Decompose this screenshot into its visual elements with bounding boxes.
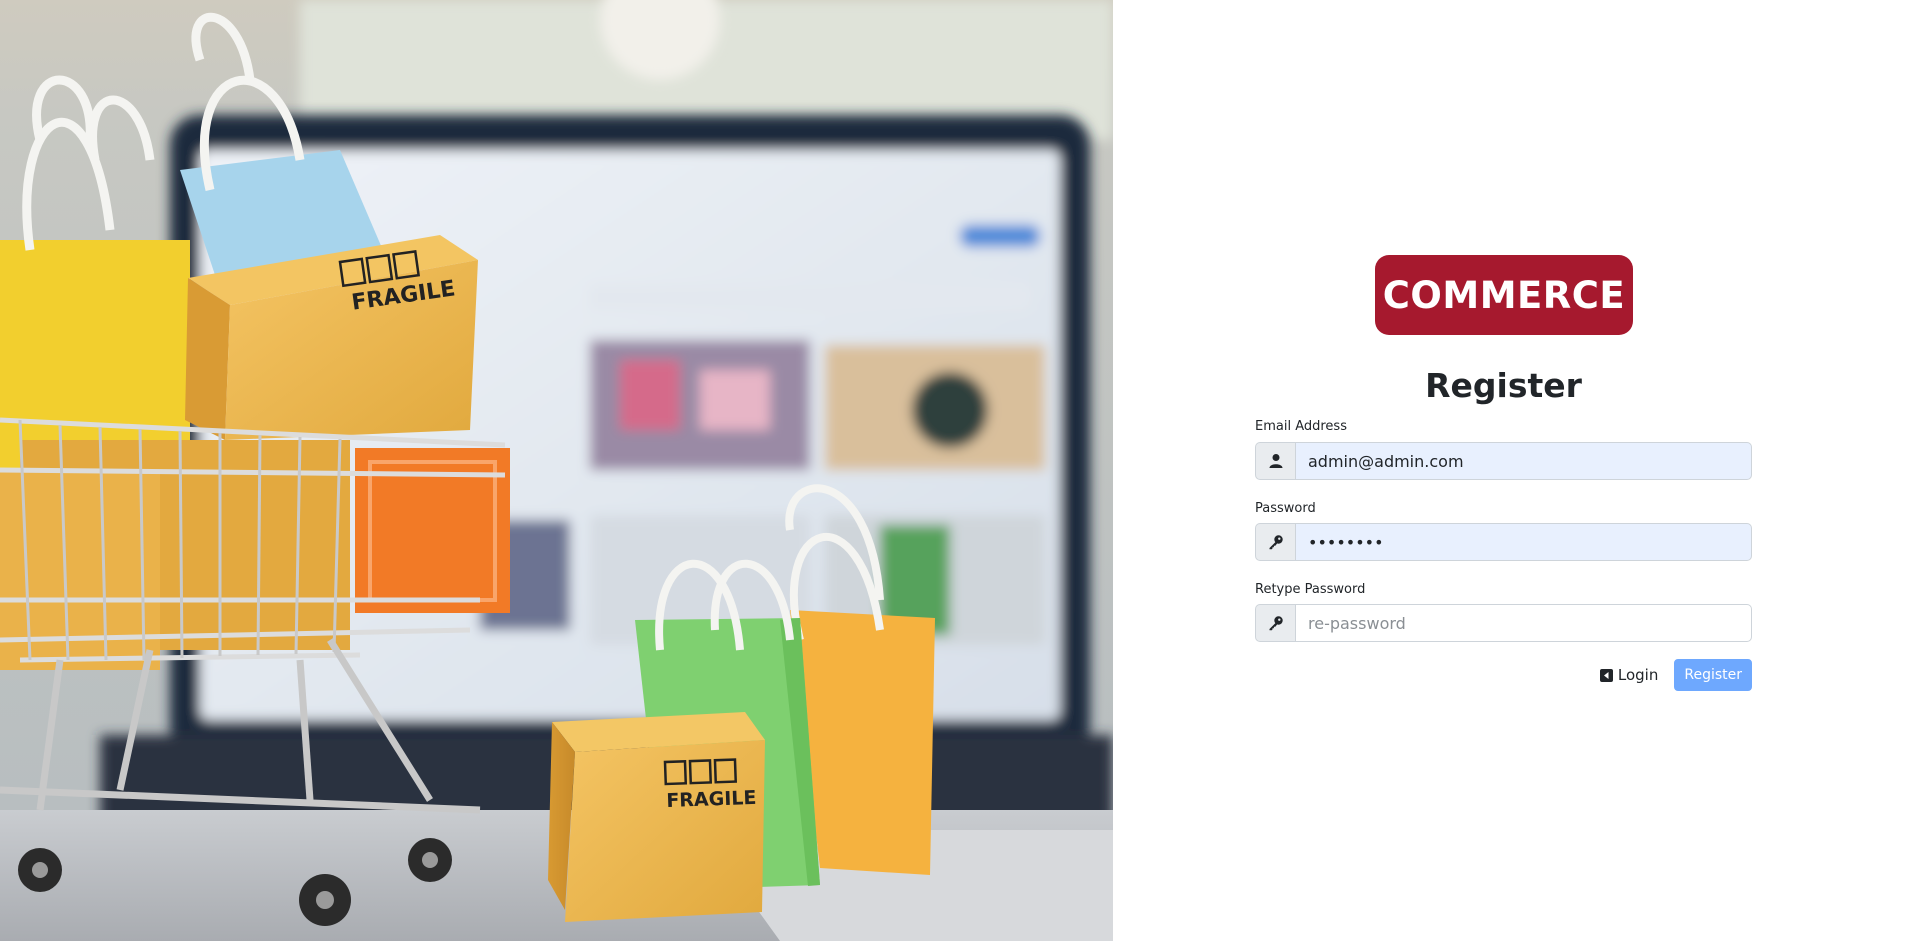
key-icon	[1255, 523, 1295, 561]
retype-password-input-group	[1255, 604, 1752, 642]
fragile-label-bottom: FRAGILE	[666, 787, 757, 812]
retype-password-label: Retype Password	[1255, 582, 1366, 597]
caret-left-square-icon	[1599, 668, 1613, 682]
password-label: Password	[1255, 501, 1316, 516]
retype-password-field[interactable]	[1295, 604, 1752, 642]
password-field[interactable]	[1295, 523, 1752, 561]
email-input-group	[1255, 442, 1752, 480]
login-link-label: Login	[1617, 666, 1659, 684]
page-title: Register	[1425, 366, 1582, 405]
register-page: FRAGILE FRAGILE COMMERCE Register Email …	[0, 0, 1912, 941]
register-button[interactable]: Register	[1674, 659, 1752, 691]
commerce-logo: COMMERCE	[1375, 255, 1633, 335]
email-label: Email Address	[1255, 419, 1347, 434]
register-panel: COMMERCE Register Email Address Password	[1113, 0, 1912, 941]
email-field[interactable]	[1295, 442, 1752, 480]
user-icon	[1255, 442, 1295, 480]
password-input-group	[1255, 523, 1752, 561]
key-icon	[1255, 604, 1295, 642]
login-link[interactable]: Login	[1599, 666, 1659, 684]
hero-image: FRAGILE FRAGILE	[0, 0, 1113, 941]
form-actions: Login Register	[1255, 659, 1752, 691]
